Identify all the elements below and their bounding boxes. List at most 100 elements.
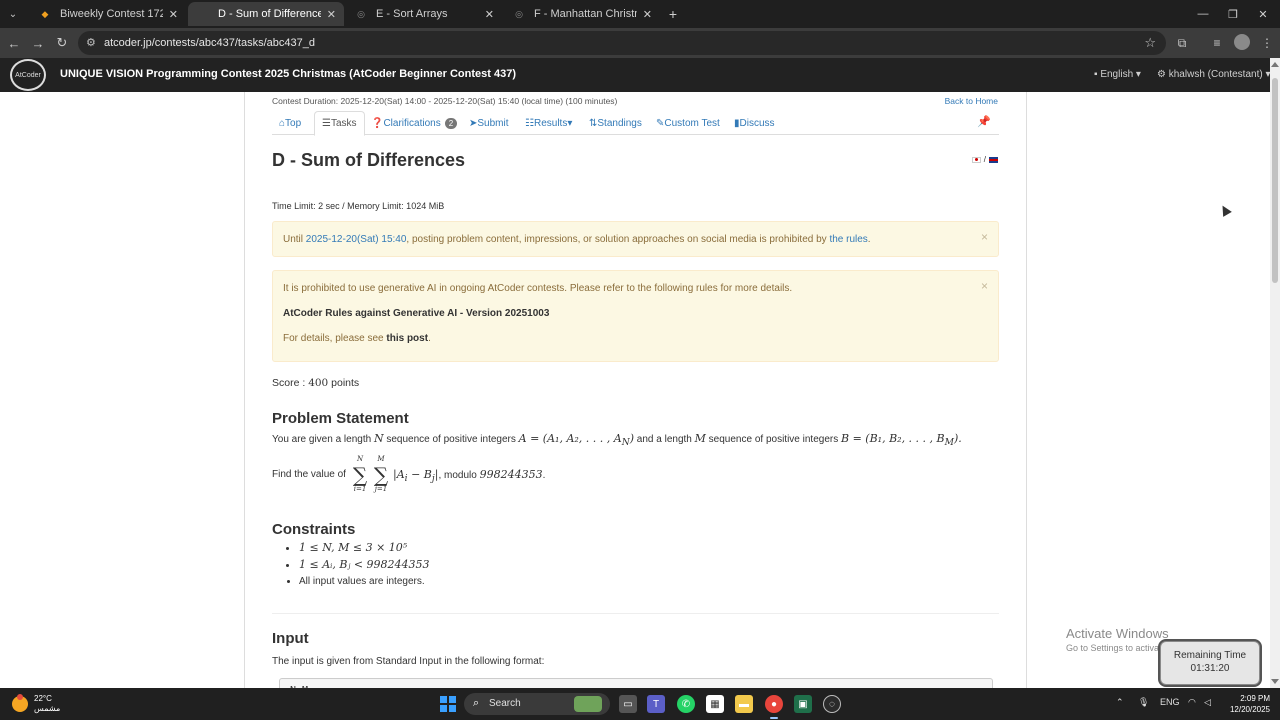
task-title: D - Sum of Differences [272,150,466,170]
extensions-icon[interactable]: ⧉ [1173,34,1191,52]
main-container: Contest Duration: 2025-12-20(Sat) 14:00 … [244,92,1027,688]
uk-flag-icon[interactable] [989,156,998,163]
ai-alert-text: It is prohibited to use generative AI in… [283,283,793,294]
remaining-time-widget: Remaining Time 01:31:20 [1160,641,1260,685]
tab-discuss[interactable]: ▮ Discuss [727,111,782,135]
language-indicator[interactable]: ENG [1160,697,1180,707]
restore-button[interactable]: ❐ [1218,4,1248,24]
list-item: All input values are integers. [299,573,430,590]
teams-icon[interactable]: T [647,695,665,713]
sum-symbol-j: M ∑ j=1 [373,455,389,493]
whatsapp-icon[interactable]: ✆ [677,695,695,713]
store-icon[interactable]: ▦ [706,695,724,713]
this-post-link[interactable]: this post [386,333,428,344]
question-icon: ❓ [371,117,384,129]
tray-chevron-icon[interactable]: ⌃ [1116,697,1124,708]
taskbar-search[interactable]: ⌕ Search [464,693,610,715]
tab-top[interactable]: ⌂ Top [272,111,308,135]
tab-sort-arrays[interactable]: ◎ E - Sort Arrays ✕ [346,2,502,26]
tab-sum-of-differences[interactable]: D - Sum of Differences ✕ [188,2,344,26]
close-icon[interactable]: ✕ [643,8,652,21]
tab-label: E - Sort Arrays [376,8,448,20]
timer-value: 01:31:20 [1190,663,1230,674]
tab-search-icon[interactable]: ⌄ [4,5,22,23]
gear-icon: ⚙ [1157,69,1169,80]
close-icon[interactable]: × [981,230,988,244]
close-icon[interactable]: × [981,279,988,293]
forward-button[interactable]: → [28,33,48,53]
app-icon[interactable]: ◌ [823,695,841,713]
scrollbar-thumb[interactable] [1272,78,1278,283]
url-text[interactable]: atcoder.jp/contests/abc437/tasks/abc437_… [104,37,315,49]
wifi-icon[interactable]: ◠ [1188,697,1196,708]
tab-label: Biweekly Contest 172 - LeetCo [60,8,163,20]
japan-flag-icon[interactable] [971,156,981,163]
tab-custom-test[interactable]: ✎ Custom Test [649,111,727,135]
tab-label: F - Manhattan Christmas Tree 2 [534,8,637,20]
input-description: The input is given from Standard Input i… [272,656,545,667]
close-icon[interactable]: ✕ [169,8,178,21]
search-icon: ⌕ [473,697,480,709]
weather-widget[interactable]: 22°C مشمس [12,694,60,714]
social-media-alert: Until 2025-12-20(Sat) 15:40, posting pro… [272,221,999,257]
tab-standings[interactable]: ⇅ Standings [582,111,649,135]
file-explorer-icon[interactable]: ▬ [735,695,753,713]
input-format-block: N M [279,678,993,688]
close-icon[interactable]: ✕ [327,8,336,21]
atcoder-logo[interactable]: AtCoder [10,59,46,91]
tab-label: D - Sum of Differences [218,8,321,20]
clarifications-badge: 2 [444,117,458,129]
tab-manhattan[interactable]: ◎ F - Manhattan Christmas Tree 2 ✕ [504,2,660,26]
windows-start-icon[interactable] [440,696,456,712]
constraints-list: 1 ≤ N, M ≤ 3 × 10⁵ 1 ≤ Aᵢ, Bⱼ < 99824435… [285,539,430,590]
contest-name[interactable]: UNIQUE VISION Programming Contest 2025 C… [60,68,516,80]
atcoder-navbar: AtCoder UNIQUE VISION Programming Contes… [0,58,1271,92]
ide-icon[interactable]: ▣ [794,695,812,713]
send-icon: ➤ [469,117,478,129]
tab-submit[interactable]: ➤ Submit [462,111,516,135]
page-scrollbar[interactable] [1270,58,1280,688]
scroll-down-icon[interactable] [1271,679,1279,684]
user-dropdown[interactable]: ⚙ khalwsh (Contestant) ▾ [1157,69,1271,80]
rules-link[interactable]: the rules [829,234,867,245]
back-to-home-link[interactable]: Back to Home [945,96,998,106]
chrome-icon[interactable]: ● [765,695,783,719]
site-info-icon[interactable]: ⚙ [86,36,96,49]
input-heading: Input [272,630,309,647]
list-icon: ☰ [322,118,331,129]
search-highlight-image [574,696,602,712]
problem-statement-line: You are given a length N sequence of pos… [272,432,962,449]
contest-duration: Contest Duration: 2025-12-20(Sat) 14:00 … [272,96,618,106]
menu-icon[interactable]: ⋮ [1258,34,1276,52]
constraints-heading: Constraints [272,521,356,538]
tab-tasks[interactable]: ☰ Tasks [314,111,365,136]
generative-ai-alert: It is prohibited to use generative AI in… [272,270,999,362]
close-window-button[interactable]: ✕ [1248,4,1278,24]
windows-taskbar: 22°C مشمس ⌕ Search ▭ T ✆ ▦ ▬ ● ▣ ◌ ⌃ 🎙 EN… [0,688,1280,720]
ai-rules-link[interactable]: AtCoder Rules against Generative AI - Ve… [283,308,549,319]
address-bar[interactable]: ⚙ atcoder.jp/contests/abc437/tasks/abc43… [78,31,1166,55]
timer-label: Remaining Time [1173,650,1247,661]
pin-icon[interactable]: 📌 [977,115,991,128]
page-viewport: AtCoder UNIQUE VISION Programming Contes… [0,58,1280,688]
profile-avatar[interactable] [1234,34,1250,50]
taskbar-clock[interactable]: 2:09 PM 12/20/2025 [1222,693,1270,715]
tab-leetcode[interactable]: ◆ Biweekly Contest 172 - LeetCo ✕ [30,2,186,26]
new-tab-button[interactable]: + [664,5,682,23]
microphone-icon[interactable]: 🎙 [1138,697,1149,708]
scroll-up-icon[interactable] [1271,62,1279,67]
bookmark-star-icon[interactable]: ☆ [1144,35,1156,51]
task-view-icon[interactable]: ▭ [619,695,637,713]
tab-results[interactable]: ☷ Results ▾ [518,111,579,135]
sort-icon: ⇅ [589,117,598,129]
close-icon[interactable]: ✕ [485,8,494,21]
language-dropdown[interactable]: ▪ English ▾ [1094,69,1141,80]
atcoder-icon: ◎ [357,8,365,19]
minimize-button[interactable]: — [1188,4,1218,24]
deadline-link[interactable]: 2025-12-20(Sat) 15:40 [306,234,407,245]
tab-clarifications[interactable]: ❓ Clarifications 2 [364,111,464,135]
reload-button[interactable]: ↻ [52,33,72,53]
media-controls-icon[interactable]: ≡ [1208,34,1226,52]
volume-icon[interactable]: ◁ [1204,697,1211,708]
back-button[interactable]: ← [4,33,24,53]
